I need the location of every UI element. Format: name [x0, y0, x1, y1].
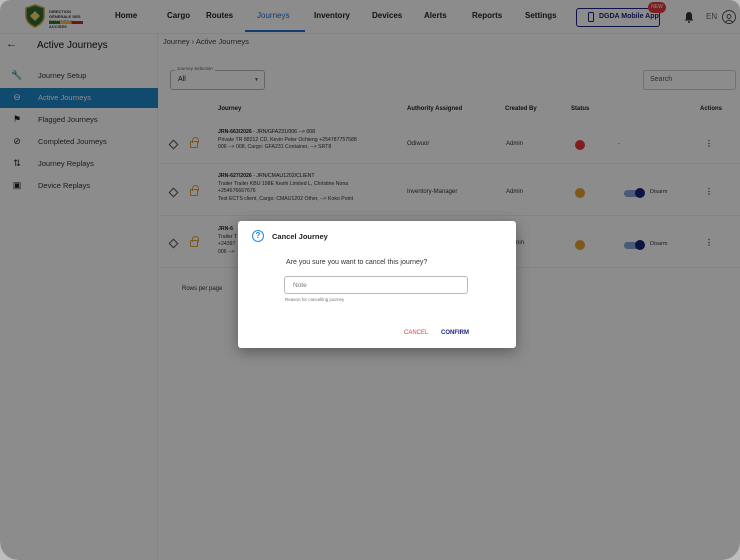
question-icon: ?	[252, 230, 264, 242]
app-window: DIRECTION GÉNÉRALE DES DOUANES & ACCISES…	[0, 0, 740, 560]
cancel-button[interactable]: CANCEL	[404, 330, 428, 336]
note-helper-text: Reason for cancelling journey	[285, 297, 345, 302]
confirm-button[interactable]: CONFIRM	[441, 330, 469, 336]
dialog-message: Are you sure you want to cancel this jou…	[286, 259, 428, 266]
note-input[interactable]	[284, 276, 468, 294]
cancel-journey-dialog: ? Cancel Journey Are you sure you want t…	[238, 221, 516, 348]
dialog-title: Cancel Journey	[272, 232, 328, 241]
